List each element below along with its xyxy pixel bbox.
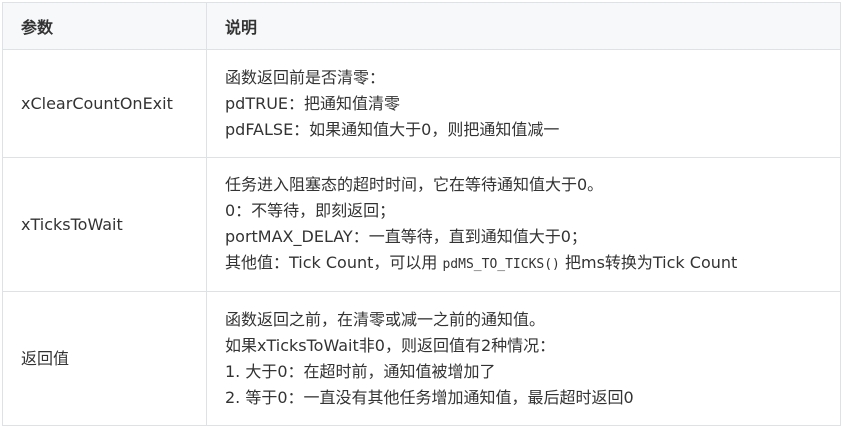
- inline-code: pdMS_TO_TICKS(): [442, 256, 560, 272]
- parameter-table-container: 参数 说明 xClearCountOnExit 函数返回前是否清零： pdTRU…: [2, 2, 841, 426]
- desc-line: pdTRUE：把通知值清零: [225, 93, 401, 113]
- desc-cell: 函数返回前是否清零： pdTRUE：把通知值清零 pdFALSE：如果通知值大于…: [206, 49, 841, 158]
- param-cell: 返回值: [2, 291, 207, 426]
- desc-text: 其他值：Tick Count，可以用: [225, 252, 443, 272]
- desc-line: pdFALSE：如果通知值大于0，则把通知值减一: [225, 119, 560, 139]
- table-row: 返回值 函数返回之前，在清零或减一之前的通知值。 如果xTicksToWait非…: [2, 291, 841, 426]
- table-row: xTicksToWait 任务进入阻塞态的超时时间，它在等待通知值大于0。 0：…: [2, 157, 841, 292]
- header-desc: 说明: [206, 2, 841, 50]
- desc-line: 如果xTicksToWait非0，则返回值有2种情况：: [225, 335, 556, 355]
- table-body: xClearCountOnExit 函数返回前是否清零： pdTRUE：把通知值…: [2, 49, 841, 426]
- table-row: xClearCountOnExit 函数返回前是否清零： pdTRUE：把通知值…: [2, 49, 841, 158]
- param-cell: xTicksToWait: [2, 157, 207, 292]
- desc-text: 把ms转换为Tick Count: [559, 252, 738, 272]
- table-header: 参数 说明: [2, 2, 841, 50]
- desc-cell: 函数返回之前，在清零或减一之前的通知值。 如果xTicksToWait非0，则返…: [206, 291, 841, 426]
- desc-line: 2. 等于0：一直没有其他任务增加通知值，最后超时返回0: [225, 387, 634, 407]
- desc-line: 0：不等待，即刻返回；: [225, 200, 396, 220]
- desc-line: 函数返回前是否清零：: [225, 67, 386, 87]
- table-header-row: 参数 说明: [2, 2, 841, 50]
- desc-cell: 任务进入阻塞态的超时时间，它在等待通知值大于0。 0：不等待，即刻返回； por…: [206, 157, 841, 292]
- header-param: 参数: [2, 2, 207, 50]
- param-cell: xClearCountOnExit: [2, 49, 207, 158]
- desc-line: portMAX_DELAY：一直等待，直到通知值大于0；: [225, 226, 587, 246]
- desc-line: 任务进入阻塞态的超时时间，它在等待通知值大于0。: [225, 174, 604, 194]
- desc-line: 函数返回之前，在清零或减一之前的通知值。: [225, 309, 546, 329]
- desc-line-with-code: 其他值：Tick Count，可以用 pdMS_TO_TICKS() 把ms转换…: [225, 250, 832, 278]
- desc-line: 1. 大于0：在超时前，通知值被增加了: [225, 361, 496, 381]
- parameter-table: 参数 说明 xClearCountOnExit 函数返回前是否清零： pdTRU…: [2, 2, 841, 426]
